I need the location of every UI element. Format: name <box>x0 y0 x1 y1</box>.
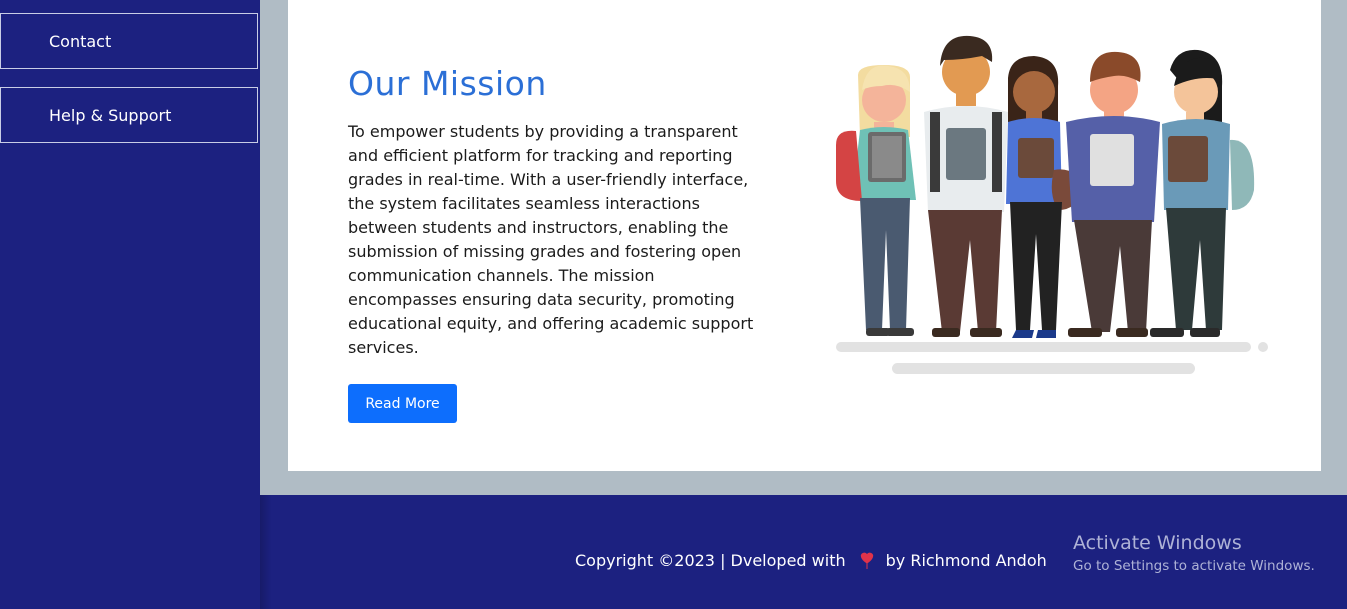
student-figure <box>1006 56 1080 338</box>
student-figure <box>1066 51 1160 337</box>
activate-windows-watermark: Activate Windows Go to Settings to activ… <box>1073 532 1315 576</box>
mission-title: Our Mission <box>348 64 547 103</box>
heart-icon <box>860 552 873 569</box>
watermark-subtitle: Go to Settings to activate Windows. <box>1073 558 1315 574</box>
students-illustration <box>836 35 1268 374</box>
copyright-prefix: Copyright ©2023 | Dveloped with <box>575 551 846 570</box>
watermark-title: Activate Windows <box>1073 532 1242 554</box>
sidebar-item-label: Help & Support <box>49 105 172 125</box>
copyright-suffix: by Richmond Andoh <box>885 551 1047 570</box>
student-figure <box>836 65 916 336</box>
student-figure <box>924 35 1008 337</box>
sidebar-item-help-support[interactable]: Help & Support <box>0 87 258 143</box>
student-figure <box>1150 49 1255 337</box>
read-more-button[interactable]: Read More <box>348 384 457 423</box>
mission-description: To empower students by providing a trans… <box>348 122 754 357</box>
sidebar: Contact Help & Support <box>0 0 260 609</box>
sidebar-item-label: Contact <box>49 31 112 51</box>
copyright-text: Copyright ©2023 | Dveloped with by Richm… <box>575 551 1047 570</box>
footer-shadow <box>260 495 272 609</box>
sidebar-item-contact[interactable]: Contact <box>0 13 258 69</box>
